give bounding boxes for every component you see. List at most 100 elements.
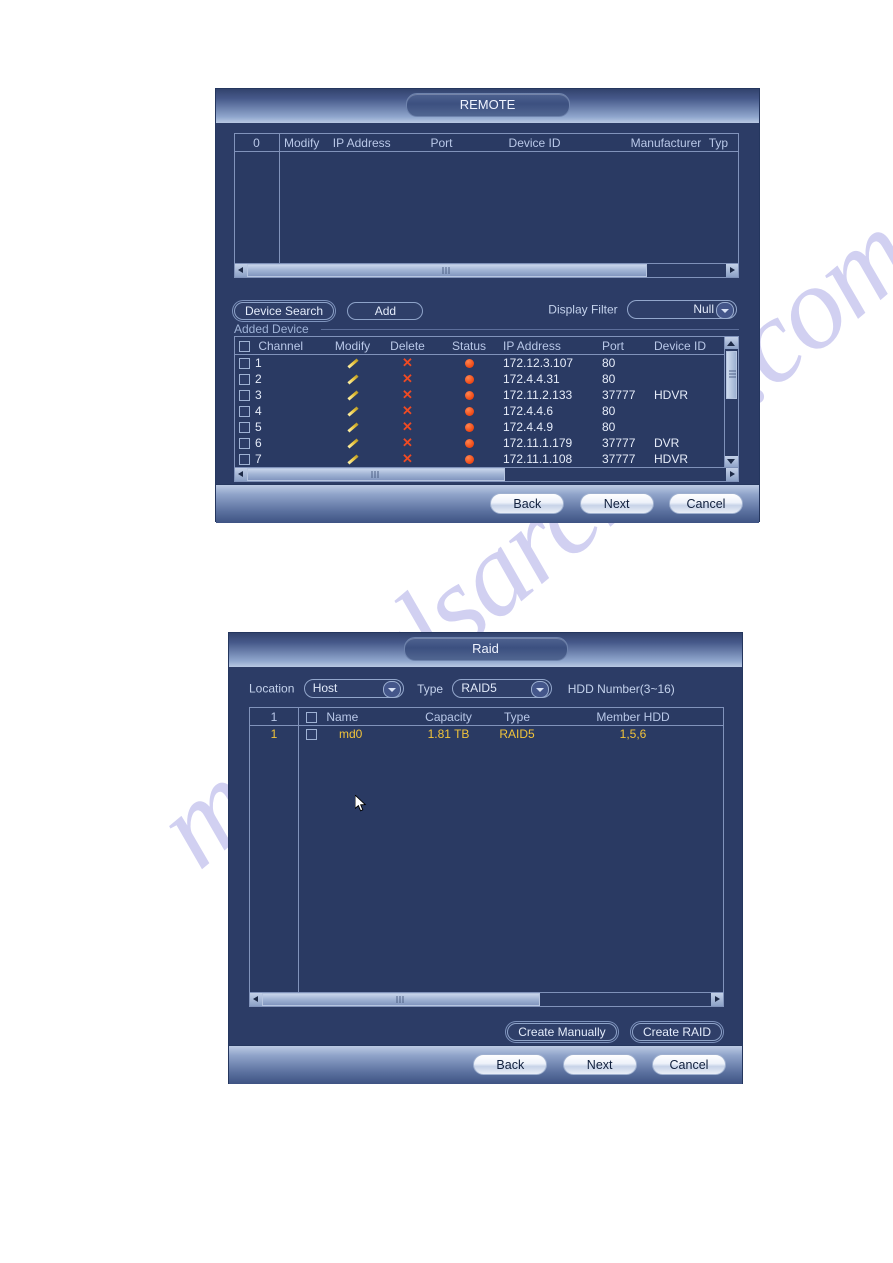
raid-row-name-cell[interactable]: md0 xyxy=(298,727,411,741)
row-delete-cell[interactable]: ✕ xyxy=(380,436,435,450)
search-hscroll-right-arrow[interactable] xyxy=(726,264,738,277)
row-channel-cell[interactable]: 3 xyxy=(239,388,325,402)
row-channel-cell[interactable]: 5 xyxy=(239,420,325,434)
raid-table[interactable]: 1 Name Capacity Type Member HDD 1 md0 1.81… xyxy=(249,707,724,1007)
raid-hscroll-left-arrow[interactable] xyxy=(250,993,262,1006)
row-modify-cell[interactable] xyxy=(325,372,380,386)
x-icon[interactable]: ✕ xyxy=(402,372,413,385)
row-modify-cell[interactable] xyxy=(325,420,380,434)
pencil-icon[interactable] xyxy=(347,406,358,417)
table-row[interactable]: 7 ✕ 172.11.1.108 37777 HDVR xyxy=(235,451,725,467)
search-hscroll-left-arrow[interactable] xyxy=(235,264,247,277)
x-icon[interactable]: ✕ xyxy=(402,388,413,401)
pencil-icon[interactable] xyxy=(347,454,358,465)
row-checkbox[interactable] xyxy=(239,358,250,370)
row-channel-cell[interactable]: 2 xyxy=(239,372,325,386)
row-checkbox[interactable] xyxy=(239,422,250,434)
grip-icon xyxy=(371,471,381,478)
search-col-port: Port xyxy=(430,135,453,150)
row-delete-cell[interactable]: ✕ xyxy=(380,404,435,418)
added-device-table[interactable]: Channel Modify Delete Status IP Address … xyxy=(234,336,739,482)
added-vscroll-up-arrow[interactable] xyxy=(725,337,738,349)
x-icon[interactable]: ✕ xyxy=(402,404,413,417)
display-filter-select[interactable]: Null xyxy=(627,300,737,319)
row-channel-cell[interactable]: 1 xyxy=(239,356,325,370)
added-col-ip: IP Address xyxy=(503,338,561,353)
raid-cancel-button[interactable]: Cancel xyxy=(652,1054,726,1075)
row-modify-cell[interactable] xyxy=(325,356,380,370)
raid-row-type: RAID5 xyxy=(499,727,535,741)
location-select[interactable]: Host xyxy=(303,679,404,698)
row-modify-cell[interactable] xyxy=(325,436,380,450)
device-search-table[interactable]: 0 Modify IP Address Port Device ID Manuf… xyxy=(234,133,739,278)
row-channel-cell[interactable]: 6 xyxy=(239,436,325,450)
row-checkbox[interactable] xyxy=(239,438,250,450)
row-modify-cell[interactable] xyxy=(325,404,380,418)
pencil-icon[interactable] xyxy=(347,374,358,385)
add-device-button[interactable]: Add xyxy=(347,302,424,320)
raid-hscroll-track[interactable] xyxy=(262,993,711,1006)
table-row[interactable]: 1 ✕ 172.12.3.107 80 xyxy=(235,355,725,371)
pencil-icon[interactable] xyxy=(347,390,358,401)
table-row[interactable]: 2 ✕ 172.4.4.31 80 xyxy=(235,371,725,387)
select-all-checkbox[interactable] xyxy=(239,340,250,352)
table-row[interactable]: 6 ✕ 172.11.1.179 37777 DVR xyxy=(235,435,725,451)
row-modify-cell[interactable] xyxy=(325,452,380,466)
added-hscroll-track[interactable] xyxy=(247,468,726,481)
added-hscroll-left-arrow[interactable] xyxy=(235,468,247,481)
added-vscroll-thumb[interactable] xyxy=(726,351,737,399)
row-delete-cell[interactable]: ✕ xyxy=(380,356,435,370)
search-hscroll-thumb[interactable] xyxy=(247,264,647,277)
row-channel-cell[interactable]: 4 xyxy=(239,404,325,418)
row-checkbox[interactable] xyxy=(239,454,250,466)
chevron-down-icon[interactable] xyxy=(716,302,734,319)
remote-next-button[interactable]: Next xyxy=(579,493,654,514)
added-hscroll-thumb[interactable] xyxy=(247,468,505,481)
row-delete-cell[interactable]: ✕ xyxy=(380,452,435,466)
raid-back-button[interactable]: Back xyxy=(473,1054,548,1075)
remote-cancel-button[interactable]: Cancel xyxy=(669,493,743,514)
row-channel-cell[interactable]: 7 xyxy=(239,452,325,466)
added-table-hscrollbar[interactable] xyxy=(235,467,738,481)
table-row[interactable]: 5 ✕ 172.4.4.9 80 xyxy=(235,419,725,435)
raid-hscroll-thumb[interactable] xyxy=(262,993,540,1006)
search-col-type: Typ xyxy=(708,135,729,150)
remote-back-button[interactable]: Back xyxy=(490,493,565,514)
x-icon[interactable]: ✕ xyxy=(402,356,413,369)
table-row[interactable]: 4 ✕ 172.4.4.6 80 xyxy=(235,403,725,419)
create-raid-button[interactable]: Create RAID xyxy=(631,1023,722,1041)
pencil-icon[interactable] xyxy=(347,358,358,369)
raid-dialog-body: Location Host Type RAID5 HDD Number(3~16… xyxy=(229,667,742,1045)
create-manually-button[interactable]: Create Manually xyxy=(507,1023,617,1041)
raid-select-all-checkbox[interactable] xyxy=(306,711,317,723)
search-hscroll-track[interactable] xyxy=(247,264,726,277)
raid-row-checkbox[interactable] xyxy=(306,729,317,741)
x-icon[interactable]: ✕ xyxy=(402,436,413,449)
x-icon[interactable]: ✕ xyxy=(402,420,413,433)
table-row[interactable]: 1 md0 1.81 TB RAID5 1,5,6 xyxy=(250,726,723,742)
row-delete-cell[interactable]: ✕ xyxy=(380,372,435,386)
device-search-button[interactable]: Device Search xyxy=(234,302,335,320)
added-table-vscrollbar[interactable] xyxy=(724,337,738,468)
row-checkbox[interactable] xyxy=(239,390,250,402)
chevron-down-icon[interactable] xyxy=(382,681,401,698)
table-row[interactable]: 3 ✕ 172.11.2.133 37777 HDVR xyxy=(235,387,725,403)
added-col-deviceid: Device ID xyxy=(654,338,707,353)
raid-row-index: 1 xyxy=(270,727,278,741)
raid-next-button[interactable]: Next xyxy=(562,1054,637,1075)
raid-table-hscrollbar[interactable] xyxy=(250,992,723,1006)
pencil-icon[interactable] xyxy=(347,422,358,433)
row-delete-cell[interactable]: ✕ xyxy=(380,388,435,402)
added-hscroll-right-arrow[interactable] xyxy=(726,468,738,481)
chevron-down-icon[interactable] xyxy=(531,681,550,698)
row-checkbox[interactable] xyxy=(239,406,250,418)
row-status-cell xyxy=(435,452,503,466)
type-select[interactable]: RAID5 xyxy=(452,679,553,698)
row-checkbox[interactable] xyxy=(239,374,250,386)
pencil-icon[interactable] xyxy=(347,438,358,449)
row-delete-cell[interactable]: ✕ xyxy=(380,420,435,434)
search-table-hscrollbar[interactable] xyxy=(235,263,738,277)
raid-hscroll-right-arrow[interactable] xyxy=(711,993,723,1006)
x-icon[interactable]: ✕ xyxy=(402,452,413,465)
row-modify-cell[interactable] xyxy=(325,388,380,402)
